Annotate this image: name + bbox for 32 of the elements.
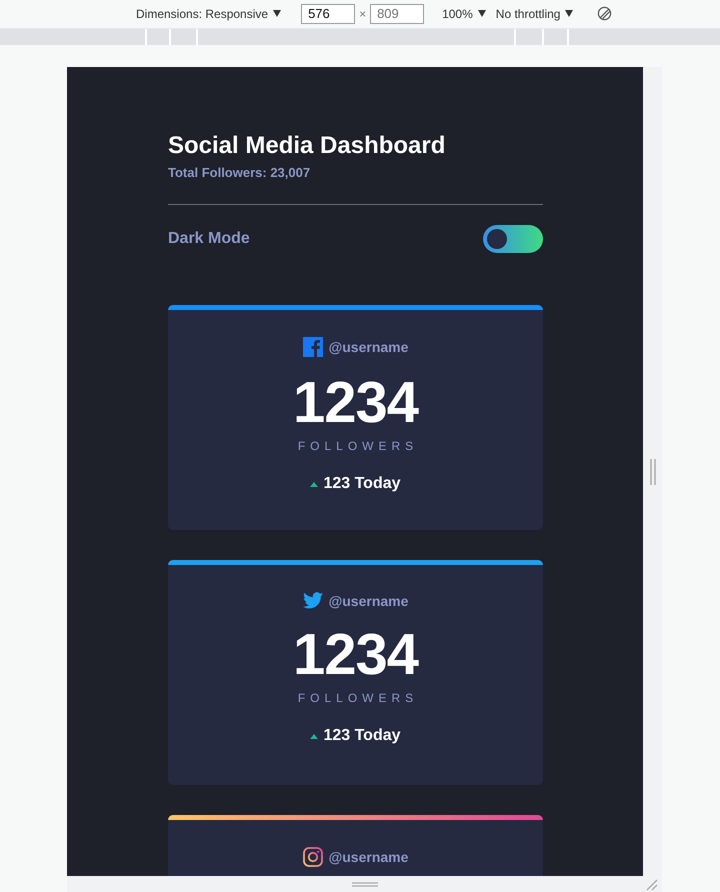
resize-handle-icon[interactable] [650, 459, 656, 485]
throttling-dropdown[interactable]: No throttling [496, 6, 574, 20]
corner-resize-icon[interactable] [646, 879, 658, 891]
follower-count: 1234 [292, 371, 418, 435]
followers-label: FOLLOWERS [296, 691, 418, 705]
today-change: 123 Today [323, 475, 401, 493]
logo-icon [302, 337, 323, 357]
dark-mode-label: Dark Mode [168, 230, 250, 248]
rotate-icon[interactable] [597, 6, 612, 21]
dark-mode-toggle[interactable] [483, 225, 543, 253]
up-triangle-icon [310, 482, 318, 486]
width-field[interactable]: 576 [301, 4, 356, 24]
media-query-bar[interactable] [0, 28, 720, 45]
caret-icon [565, 10, 574, 17]
dashboard-title: Social Media Dashboard [168, 131, 446, 161]
followers-label: FOLLOWERS [296, 439, 418, 453]
dimensions-dropdown[interactable]: Dimensions: Responsive [136, 6, 282, 20]
caret-icon [273, 10, 282, 17]
height-field[interactable]: 809 [370, 4, 424, 24]
resize-handle-icon[interactable] [352, 882, 378, 886]
zoom-dropdown[interactable]: 100% [442, 6, 486, 20]
camera-icon [302, 847, 323, 867]
username: @username [328, 592, 408, 608]
username: @username [328, 849, 408, 865]
up-triangle-icon [310, 734, 318, 738]
today-change: 123 Today [323, 727, 401, 745]
bird-icon [302, 592, 323, 609]
total-followers: Total Followers: 23,007 [168, 165, 312, 180]
caret-icon [478, 10, 486, 17]
times-sign: × [359, 6, 366, 20]
username: @username [328, 339, 408, 355]
follower-count: 1234 [292, 623, 418, 687]
